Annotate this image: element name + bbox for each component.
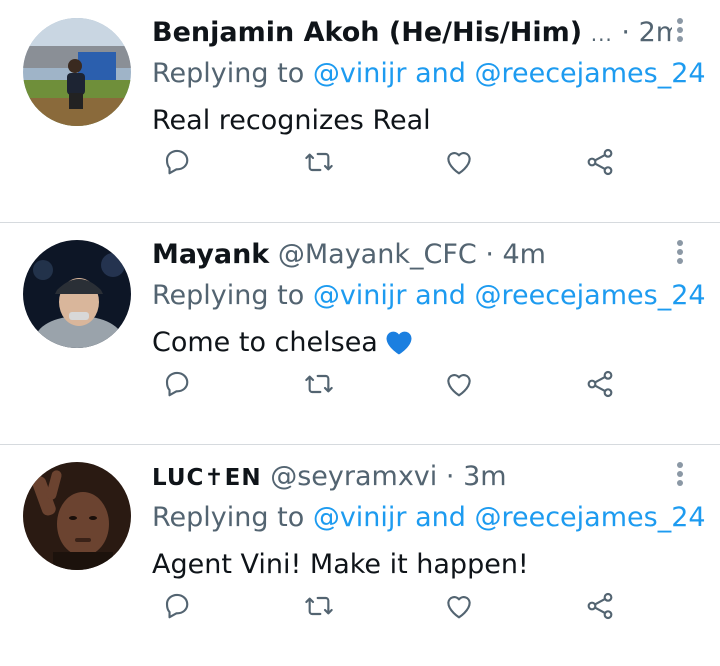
mention-conjunction: and (406, 58, 475, 89)
heart-icon[interactable] (437, 362, 481, 406)
user-handle[interactable]: @seyramxvi (270, 461, 437, 492)
retweet-icon[interactable] (297, 362, 341, 406)
replying-to: Replying to @vinijr and @reecejames_24 (152, 277, 706, 315)
retweet-icon[interactable] (297, 140, 341, 184)
tweet-2[interactable]: Mayank @Mayank_CFC · 4m Replying to @vin… (0, 222, 720, 445)
avatar[interactable] (23, 462, 131, 570)
separator-dot: · (485, 239, 494, 270)
replying-to-label: Replying to (152, 502, 313, 533)
display-name[interactable]: Mayank (152, 239, 269, 270)
retweet-icon[interactable] (297, 584, 341, 628)
tweet-header: Benjamin Akoh (He/His/Him) ... · 2m (152, 13, 672, 53)
display-name[interactable]: LUC✝EN (152, 465, 262, 491)
timestamp[interactable]: 4m (503, 239, 546, 270)
mention-link[interactable]: @vinijr (313, 280, 407, 311)
tweet-3[interactable]: LUC✝EN @seyramxvi · 3m Replying to @vini… (0, 444, 720, 666)
avatar[interactable] (23, 240, 131, 348)
name-truncation: ... (590, 22, 613, 46)
more-vertical-icon[interactable] (670, 238, 690, 266)
mention-link[interactable]: @vinijr (313, 58, 407, 89)
separator-dot: · (621, 17, 630, 48)
more-vertical-icon[interactable] (670, 460, 690, 488)
heart-icon[interactable] (437, 584, 481, 628)
replying-to-label: Replying to (152, 280, 313, 311)
tweet-actions (152, 140, 632, 184)
display-name[interactable]: Benjamin Akoh (He/His/Him) (152, 17, 582, 48)
mention-conjunction: and (406, 502, 475, 533)
share-icon[interactable] (578, 362, 622, 406)
mention-link[interactable]: @reecejames_24 (474, 58, 705, 89)
tweet-text: Real recognizes Real (152, 101, 431, 141)
share-icon[interactable] (578, 140, 622, 184)
reply-icon[interactable] (155, 140, 199, 184)
tweet-actions (152, 362, 632, 406)
replying-to: Replying to @vinijr and @reecejames_24 (152, 55, 706, 93)
tweet-text-content: Real recognizes Real (152, 105, 431, 136)
tweet-header: Mayank @Mayank_CFC · 4m (152, 235, 672, 275)
share-icon[interactable] (578, 584, 622, 628)
mention-link[interactable]: @reecejames_24 (474, 502, 705, 533)
timestamp[interactable]: 3m (463, 461, 506, 492)
avatar[interactable] (23, 18, 131, 126)
tweet-actions (152, 584, 632, 628)
replying-to: Replying to @vinijr and @reecejames_24 (152, 499, 706, 537)
timestamp[interactable]: 2m (639, 17, 672, 48)
separator-dot: · (445, 461, 455, 492)
tweet-header: LUC✝EN @seyramxvi · 3m (152, 457, 672, 497)
user-handle[interactable]: @Mayank_CFC (278, 239, 477, 270)
more-vertical-icon[interactable] (670, 16, 690, 44)
reply-icon[interactable] (155, 362, 199, 406)
reply-icon[interactable] (155, 584, 199, 628)
heart-icon[interactable] (437, 140, 481, 184)
mention-conjunction: and (406, 280, 475, 311)
replying-to-label: Replying to (152, 58, 313, 89)
mention-link[interactable]: @reecejames_24 (474, 280, 705, 311)
tweet-text-content: Come to chelsea (152, 327, 378, 358)
tweet-1[interactable]: Benjamin Akoh (He/His/Him) ... · 2m Repl… (0, 0, 720, 223)
tweet-text: Agent Vini! Make it happen! (152, 545, 529, 585)
tweet-text-content: Agent Vini! Make it happen! (152, 549, 529, 580)
mention-link[interactable]: @vinijr (313, 502, 407, 533)
